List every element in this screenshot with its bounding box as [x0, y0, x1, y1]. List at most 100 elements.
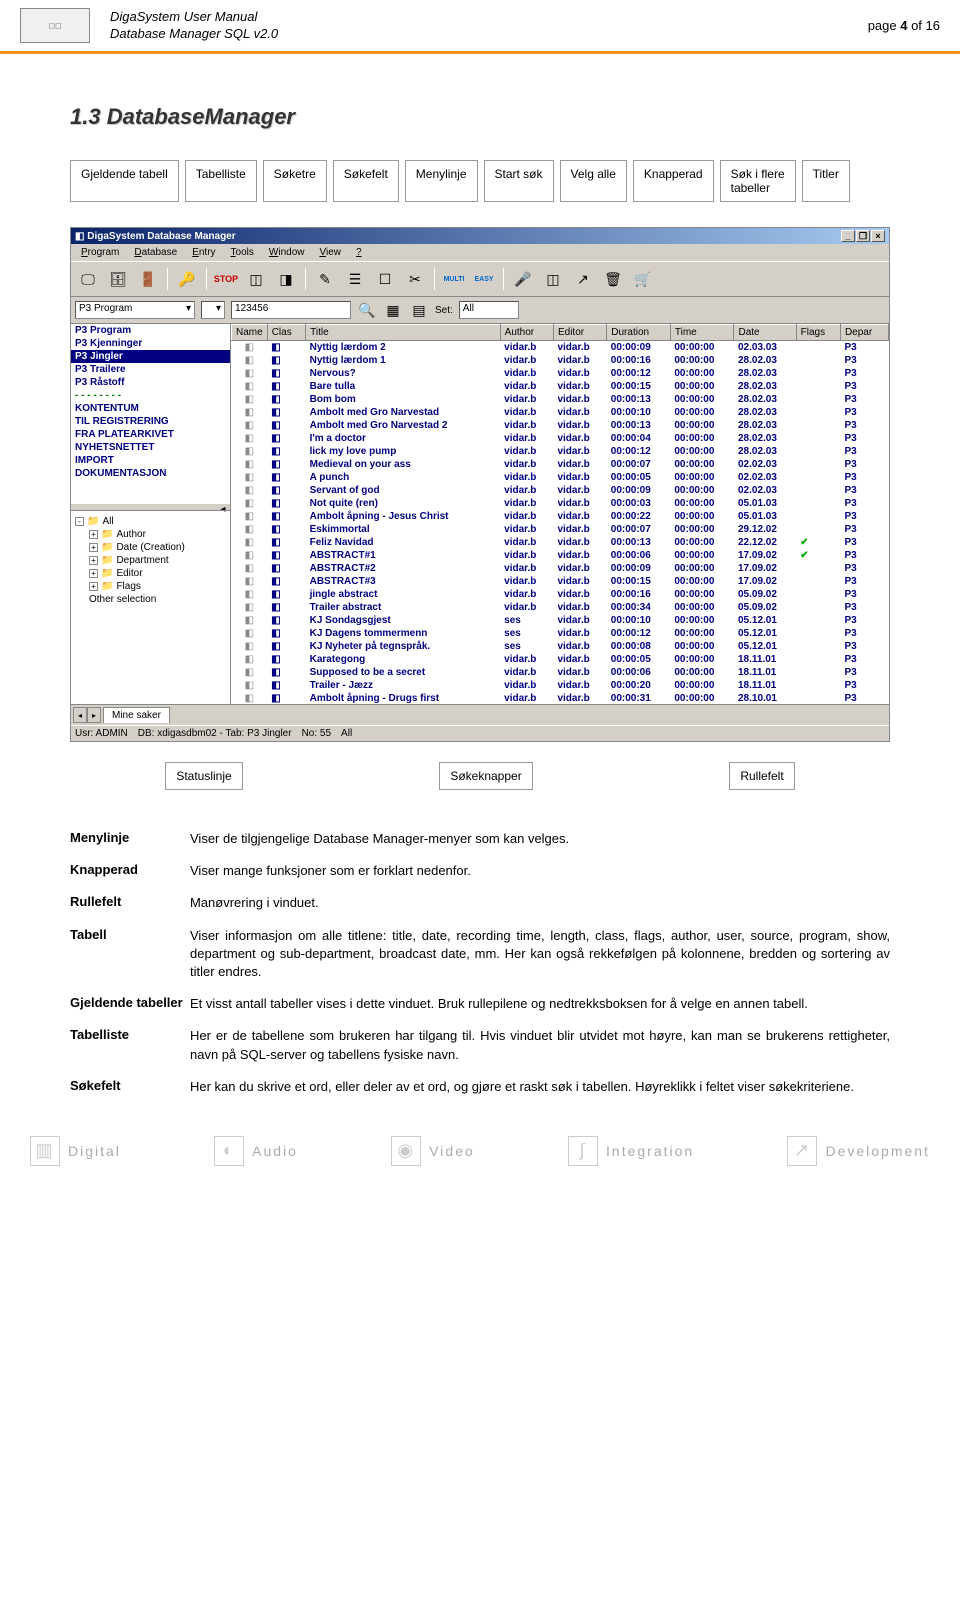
- tb-door-icon[interactable]: 🚪: [135, 266, 161, 292]
- listbox-item[interactable]: NYHETSNETTET: [71, 441, 230, 454]
- tab-scroll-left[interactable]: ◂: [73, 707, 87, 723]
- menu-window[interactable]: Window: [263, 246, 311, 259]
- tb-monitor-icon[interactable]: 🖵: [75, 266, 101, 292]
- column-header[interactable]: Time: [670, 325, 734, 341]
- table-row[interactable]: ◧◧KJ Sondagsgjestsesvidar.b00:00:1000:00…: [232, 614, 889, 627]
- table-row[interactable]: ◧◧A punchvidar.bvidar.b00:00:0500:00:000…: [232, 471, 889, 484]
- tree-row[interactable]: +📁Department: [75, 554, 226, 567]
- close-button[interactable]: ×: [871, 230, 885, 242]
- tab-mine-saker[interactable]: Mine saker: [103, 707, 170, 723]
- table-row[interactable]: ◧◧ABSTRACT#2vidar.bvidar.b00:00:0900:00:…: [232, 562, 889, 575]
- table-row[interactable]: ◧◧Feliz Navidadvidar.bvidar.b00:00:1300:…: [232, 536, 889, 549]
- tb-easy-icon[interactable]: EASY: [471, 266, 497, 292]
- tb-cabinet-icon[interactable]: 🗄: [105, 266, 131, 292]
- listbox-item[interactable]: P3 Råstoff: [71, 376, 230, 389]
- table-row[interactable]: ◧◧ABSTRACT#3vidar.bvidar.b00:00:1500:00:…: [232, 575, 889, 588]
- tb-stop-icon[interactable]: STOP: [213, 266, 239, 292]
- tree-expand-icon[interactable]: +: [89, 582, 98, 591]
- table-row[interactable]: ◧◧KJ Dagens tommermennsesvidar.b00:00:12…: [232, 627, 889, 640]
- table-row[interactable]: ◧◧Nyttig lærdom 2vidar.bvidar.b00:00:090…: [232, 341, 889, 355]
- table-row[interactable]: ◧◧Trailer abstractvidar.bvidar.b00:00:34…: [232, 601, 889, 614]
- tb-unknown2-icon[interactable]: ◨: [273, 266, 299, 292]
- tb-box-icon[interactable]: ◫: [540, 266, 566, 292]
- search-input[interactable]: 123456: [231, 301, 351, 319]
- tree-expand-icon[interactable]: +: [89, 556, 98, 565]
- column-header[interactable]: Author: [500, 325, 553, 341]
- table-row[interactable]: ◧◧I'm a doctorvidar.bvidar.b00:00:0400:0…: [232, 432, 889, 445]
- tb-key-icon[interactable]: 🔑: [174, 266, 200, 292]
- table-row[interactable]: ◧◧Supposed to be a secretvidar.bvidar.b0…: [232, 666, 889, 679]
- menu-view[interactable]: View: [313, 246, 347, 259]
- table-row[interactable]: ◧◧Bare tullavidar.bvidar.b00:00:1500:00:…: [232, 380, 889, 393]
- menu-database[interactable]: Database: [128, 246, 183, 259]
- listbox-item[interactable]: P3 Program: [71, 324, 230, 337]
- search-button[interactable]: 🔍: [357, 300, 377, 320]
- listbox-item[interactable]: FRA PLATEARKIVET: [71, 428, 230, 441]
- tb-cart-icon[interactable]: 🛒: [630, 266, 656, 292]
- table-combo-arrow[interactable]: [201, 301, 225, 319]
- listbox-item[interactable]: - - - - - - - -: [71, 389, 230, 402]
- column-header[interactable]: Depar: [840, 325, 888, 341]
- menu-program[interactable]: Program: [75, 246, 125, 259]
- tree-expand-icon[interactable]: +: [89, 530, 98, 539]
- column-header[interactable]: Clas: [267, 325, 305, 341]
- table-row[interactable]: ◧◧jingle abstractvidar.bvidar.b00:00:160…: [232, 588, 889, 601]
- maximize-button[interactable]: ❐: [856, 230, 870, 242]
- table-row[interactable]: ◧◧Eskimmortalvidar.bvidar.b00:00:0700:00…: [232, 523, 889, 536]
- listbox-item[interactable]: DOKUMENTASJON: [71, 467, 230, 480]
- table-row[interactable]: ◧◧Servant of godvidar.bvidar.b00:00:0900…: [232, 484, 889, 497]
- search-multi-button[interactable]: ▤: [409, 300, 429, 320]
- table-row[interactable]: ◧◧KJ Nyheter på tegnspråk.sesvidar.b00:0…: [232, 640, 889, 653]
- tb-list-icon[interactable]: ☰: [342, 266, 368, 292]
- listbox-item[interactable]: TIL REGISTRERING: [71, 415, 230, 428]
- column-header[interactable]: Editor: [553, 325, 606, 341]
- tree-row[interactable]: +📁Flags: [75, 580, 226, 593]
- table-row[interactable]: ◧◧lick my love pumpvidar.bvidar.b00:00:1…: [232, 445, 889, 458]
- tree-expand-icon[interactable]: +: [89, 543, 98, 552]
- tab-scroll-right[interactable]: ▸: [87, 707, 101, 723]
- tb-unknown1-icon[interactable]: ◫: [243, 266, 269, 292]
- table-row[interactable]: ◧◧Nyttig lærdom 1vidar.bvidar.b00:00:160…: [232, 354, 889, 367]
- tb-arrow-icon[interactable]: ↗: [570, 266, 596, 292]
- titlebar[interactable]: ◧ DigaSystem Database Manager _ ❐ ×: [71, 228, 889, 244]
- table-row[interactable]: ◧◧Nervous?vidar.bvidar.b00:00:1200:00:00…: [232, 367, 889, 380]
- tree-expand-icon[interactable]: +: [89, 569, 98, 578]
- table-listbox[interactable]: P3 ProgramP3 KjenningerP3 JinglerP3 Trai…: [71, 324, 230, 504]
- tree-row[interactable]: Other selection: [75, 593, 226, 606]
- table-row[interactable]: ◧◧Trailer - Jæzzvidar.bvidar.b00:00:2000…: [232, 679, 889, 692]
- minimize-button[interactable]: _: [841, 230, 855, 242]
- table-row[interactable]: ◧◧Not quite (ren)vidar.bvidar.b00:00:030…: [232, 497, 889, 510]
- table-row[interactable]: ◧◧Ambolt åpning - Jesus Christvidar.bvid…: [232, 510, 889, 523]
- column-header[interactable]: Flags: [796, 325, 840, 341]
- table-row[interactable]: ◧◧ABSTRACT#1vidar.bvidar.b00:00:0600:00:…: [232, 549, 889, 562]
- tb-trash-icon[interactable]: 🗑: [600, 266, 626, 292]
- column-header[interactable]: Title: [306, 325, 501, 341]
- listbox-item[interactable]: P3 Trailere: [71, 363, 230, 376]
- tree-expand-icon[interactable]: -: [75, 517, 84, 526]
- listbox-item[interactable]: P3 Jingler: [71, 350, 230, 363]
- tree-row[interactable]: +📁Author: [75, 528, 226, 541]
- menu-?[interactable]: ?: [350, 246, 368, 259]
- listbox-item[interactable]: KONTENTUM: [71, 402, 230, 415]
- table-row[interactable]: ◧◧Ambolt med Gro Narvestadvidar.bvidar.b…: [232, 406, 889, 419]
- table-combo[interactable]: P3 Program: [75, 301, 195, 319]
- tree-row[interactable]: -📁All: [75, 515, 226, 528]
- tree-row[interactable]: +📁Date (Creation): [75, 541, 226, 554]
- tb-tape-icon[interactable]: ☐: [372, 266, 398, 292]
- table-row[interactable]: ◧◧Karategongvidar.bvidar.b00:00:0500:00:…: [232, 653, 889, 666]
- data-grid[interactable]: NameClasTitleAuthorEditorDurationTimeDat…: [231, 324, 889, 704]
- tb-cut-icon[interactable]: ✂: [402, 266, 428, 292]
- search-tree[interactable]: -📁All+📁Author+📁Date (Creation)+📁Departme…: [71, 510, 230, 704]
- tb-multi-icon[interactable]: MULTI: [441, 266, 467, 292]
- menu-tools[interactable]: Tools: [225, 246, 260, 259]
- menu-entry[interactable]: Entry: [186, 246, 221, 259]
- column-header[interactable]: Name: [232, 325, 268, 341]
- set-field[interactable]: All: [459, 301, 519, 319]
- column-header[interactable]: Date: [734, 325, 796, 341]
- table-row[interactable]: ◧◧Ambolt åpning - Drugs firstvidar.bvida…: [232, 692, 889, 704]
- tree-row[interactable]: +📁Editor: [75, 567, 226, 580]
- select-all-button[interactable]: ▦: [383, 300, 403, 320]
- table-row[interactable]: ◧◧Medieval on your assvidar.bvidar.b00:0…: [232, 458, 889, 471]
- listbox-item[interactable]: P3 Kjenninger: [71, 337, 230, 350]
- column-header[interactable]: Duration: [607, 325, 671, 341]
